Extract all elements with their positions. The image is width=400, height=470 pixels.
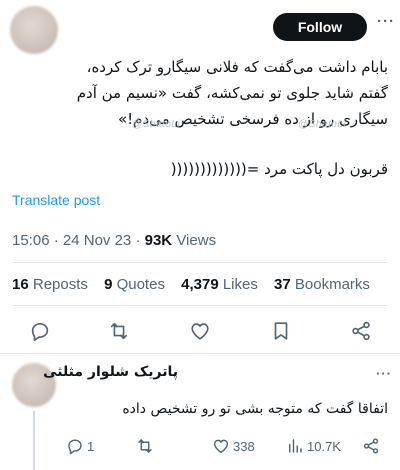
tweet-text-line: بابام داشت می‌گفت که فلانی سیگارو ترک کر… <box>86 58 388 76</box>
more-options-icon[interactable]: ··· <box>376 367 392 380</box>
watermark: @ShatoLi <box>298 119 347 130</box>
watermark: @ShatoLi <box>132 119 181 130</box>
reposts-stat[interactable]: 16 Reposts <box>12 276 88 293</box>
translate-post-link[interactable]: Translate post <box>12 192 100 208</box>
repost-icon <box>138 439 152 453</box>
share-icon[interactable] <box>350 320 372 342</box>
divider <box>12 262 388 263</box>
views-count: 93K <box>144 232 173 249</box>
reply-views-button[interactable]: 10.7K <box>286 437 341 455</box>
views-count: 10.7K <box>307 438 341 454</box>
tweet-text-line: قربون دل پاکت مرد =((((((((((((( <box>170 160 388 178</box>
views-label: Views <box>176 232 217 249</box>
bookmarks-stat[interactable]: 37 Bookmarks <box>274 276 370 293</box>
tweet-meta: 15:06 · 24 Nov 23 · 93K Views <box>12 232 216 249</box>
follow-button[interactable]: Follow <box>273 13 367 41</box>
meta-separator: · <box>135 232 145 249</box>
tweet-time[interactable]: 15:06 <box>12 232 50 249</box>
repost-icon[interactable] <box>108 320 130 342</box>
reply-reply-button[interactable]: 1 <box>66 437 94 455</box>
tweet-date[interactable]: 24 Nov 23 <box>63 232 131 249</box>
like-icon[interactable] <box>189 320 211 342</box>
like-icon <box>213 439 229 454</box>
quotes-stat[interactable]: 9 Quotes <box>104 276 165 293</box>
engagement-stats: 16 Reposts 9 Quotes 4,379 Likes 37 Bookm… <box>12 276 370 293</box>
likes-stat[interactable]: 4,379 Likes <box>181 276 258 293</box>
tweet-text-line: گفتم شاید جلوی تو نمی‌کشه، گفت «نسیم من … <box>76 84 388 102</box>
share-icon <box>363 438 379 454</box>
meta-separator: · <box>53 232 63 249</box>
reply-like-button[interactable]: 338 <box>212 437 255 455</box>
reply-icon <box>68 439 82 455</box>
reply-author-name[interactable]: پاتریک شلوار مثلثی <box>43 364 178 380</box>
divider <box>0 353 400 354</box>
like-count: 338 <box>233 438 255 454</box>
reply-repost-button[interactable] <box>136 437 157 455</box>
bookmark-icon[interactable] <box>270 320 292 342</box>
reply-count: 1 <box>87 438 95 454</box>
thread-line <box>33 411 35 470</box>
reply-text: اتفاقا گفت که متوجه بشی تو رو تشخیص داده <box>122 401 388 417</box>
avatar[interactable] <box>10 6 58 54</box>
views-chart-icon <box>289 439 302 453</box>
divider <box>12 305 388 306</box>
reply-icon[interactable] <box>29 320 51 342</box>
reply-share-button[interactable] <box>362 437 383 455</box>
more-options-icon[interactable]: ··· <box>377 14 395 29</box>
